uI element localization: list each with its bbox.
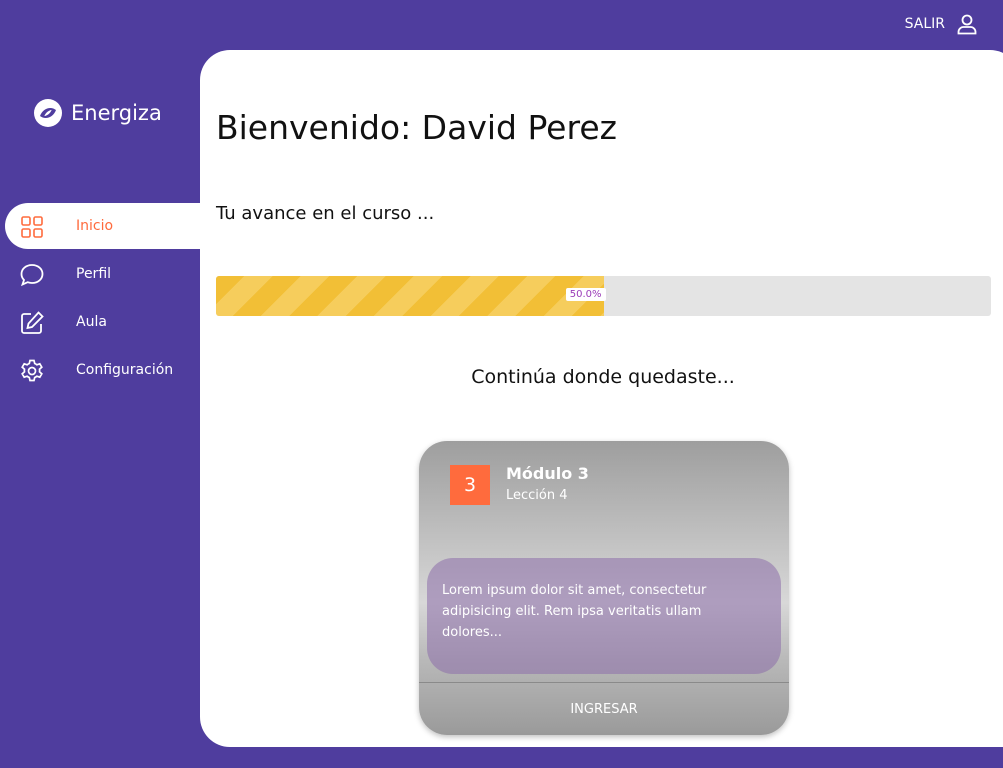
sidebar-item-label: Perfil <box>76 266 112 282</box>
grid-icon <box>21 216 43 238</box>
sidebar-item-label: Configuración <box>76 362 174 378</box>
lesson-label: Lección 4 <box>506 488 568 503</box>
sidebar-item-label: Aula <box>76 314 107 330</box>
logout-label: SALIR <box>904 16 945 32</box>
sidebar-nav: Inicio Perfil Aula Configuración <box>0 203 200 395</box>
module-description: Lorem ipsum dolor sit amet, consectetur … <box>427 558 781 674</box>
sidebar-item-aula[interactable]: Aula <box>0 299 200 345</box>
sidebar-item-configuracion[interactable]: Configuración <box>0 347 200 393</box>
user-icon <box>957 14 977 35</box>
brand-logo[interactable]: Energiza <box>33 98 162 128</box>
page-title: Bienvenido: David Perez <box>216 108 617 147</box>
progress-percent-label: 50.0% <box>565 288 606 301</box>
edit-icon <box>21 311 44 334</box>
module-card: 3 Módulo 3 Lección 4 Lorem ipsum dolor s… <box>419 441 789 735</box>
sidebar-item-inicio[interactable]: Inicio <box>5 203 200 249</box>
progress-caption: Tu avance en el curso ... <box>216 203 435 224</box>
logo-icon <box>34 99 62 127</box>
continue-heading: Continúa donde quedaste... <box>471 366 735 388</box>
logout-button[interactable]: SALIR <box>905 12 979 36</box>
sidebar-item-perfil[interactable]: Perfil <box>0 251 200 297</box>
main-content: Bienvenido: David Perez Tu avance en el … <box>200 50 1003 747</box>
module-number-badge: 3 <box>450 465 490 505</box>
chat-bubble-icon <box>20 264 44 287</box>
module-title: Módulo 3 <box>506 464 589 483</box>
gear-icon <box>21 359 43 382</box>
course-progress-bar: 50.0% <box>216 276 991 316</box>
sidebar-item-label: Inicio <box>76 218 114 234</box>
enter-button[interactable]: INGRESAR <box>419 683 789 735</box>
brand-name: Energiza <box>71 101 162 125</box>
progress-fill: 50.0% <box>216 276 606 316</box>
